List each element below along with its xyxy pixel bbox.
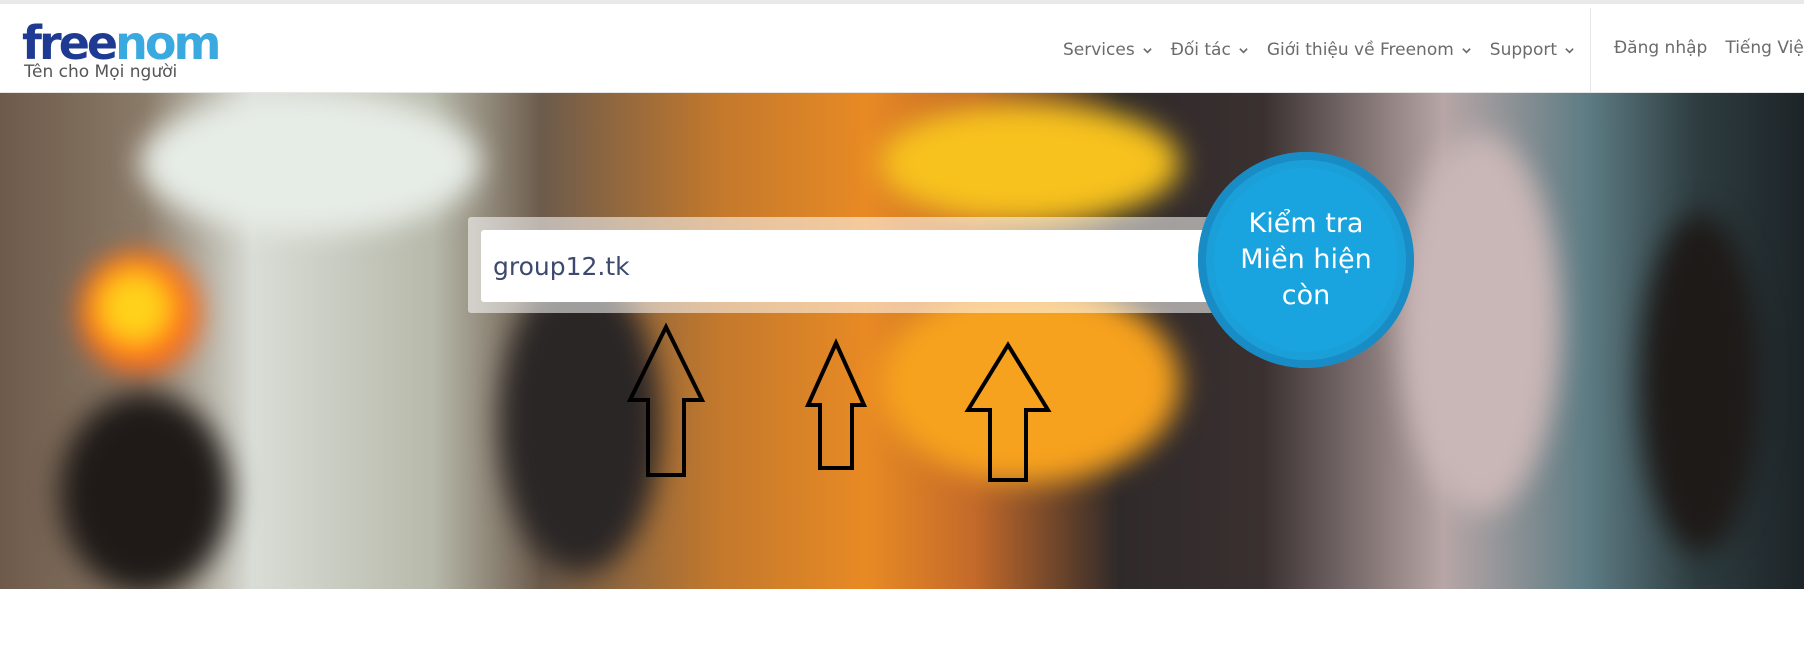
up-arrow-icon xyxy=(804,338,868,470)
up-arrow-icon xyxy=(964,341,1052,482)
annotation-arrows xyxy=(626,322,1052,482)
up-arrow-icon xyxy=(626,322,706,477)
